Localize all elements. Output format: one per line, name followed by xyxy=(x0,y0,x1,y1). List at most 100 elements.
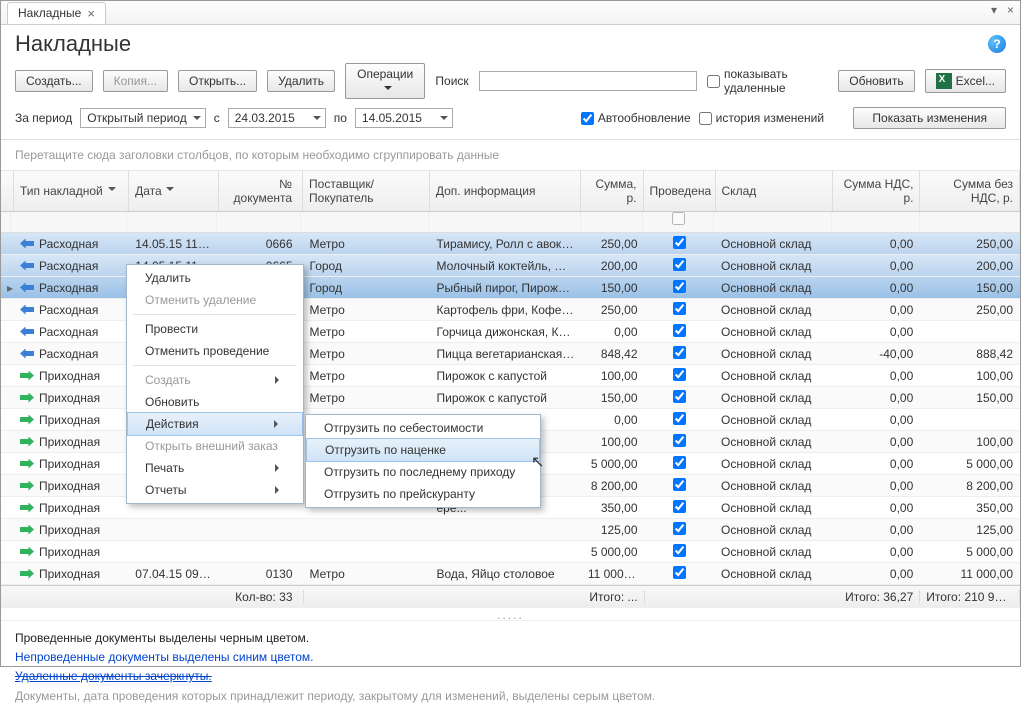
to-date[interactable]: 14.05.2015 xyxy=(355,108,453,128)
menu-item[interactable]: Удалить xyxy=(127,267,303,289)
window-pin-icon[interactable]: ▾ xyxy=(991,3,997,17)
auto-refresh-check[interactable]: Автообновление xyxy=(581,111,691,125)
cell-prov xyxy=(645,236,715,252)
menu-item[interactable]: Отменить проведение xyxy=(127,340,303,362)
legend-black: Проведенные документы выделены черным цв… xyxy=(15,629,1006,648)
cell-sklad: Основной склад xyxy=(715,545,832,559)
col-prov[interactable]: Проведена xyxy=(644,171,716,211)
arrow-out-icon xyxy=(20,305,34,315)
cell-beznds: 8 200,00 xyxy=(920,479,1020,493)
col-type[interactable]: Тип накладной xyxy=(14,171,129,211)
search-label: Поиск xyxy=(435,74,468,88)
group-hint: Перетащите сюда заголовки столбцов, по к… xyxy=(1,140,1020,171)
menu-item[interactable]: Отгрузить по наценке xyxy=(306,438,540,462)
cell-supplier: Метро xyxy=(304,303,431,317)
prov-check[interactable] xyxy=(673,302,686,315)
cell-prov xyxy=(645,324,715,340)
tab-close-icon[interactable]: × xyxy=(87,6,95,21)
menu-item[interactable]: Обновить xyxy=(127,391,303,413)
prov-check[interactable] xyxy=(673,500,686,513)
period-combo[interactable]: Открытый период xyxy=(80,108,206,128)
cell-doc: 0130 xyxy=(219,567,303,581)
cell-nds: 0,00 xyxy=(832,567,920,581)
prov-check[interactable] xyxy=(673,456,686,469)
create-button[interactable]: Создать... xyxy=(15,70,93,92)
from-date[interactable]: 24.03.2015 xyxy=(228,108,326,128)
search-input[interactable] xyxy=(479,71,697,91)
tab-active[interactable]: Накладные × xyxy=(7,2,106,24)
prov-check[interactable] xyxy=(673,544,686,557)
cell-sklad: Основной склад xyxy=(715,281,832,295)
col-date[interactable]: Дата xyxy=(129,171,219,211)
cell-info: Молочный коктейль, Мор... xyxy=(431,259,582,273)
prov-check[interactable] xyxy=(673,390,686,403)
prov-check[interactable] xyxy=(673,236,686,249)
cell-sum: 11 000,00 xyxy=(582,567,645,581)
cell-doc: 0666 xyxy=(219,237,303,251)
menu-item[interactable]: Отгрузить по последнему приходу xyxy=(306,461,540,483)
cell-sklad: Основной склад xyxy=(715,325,832,339)
history-check[interactable]: история изменений xyxy=(699,111,824,125)
prov-check[interactable] xyxy=(673,280,686,293)
copy-button[interactable]: Копия... xyxy=(103,70,168,92)
cell-nds: 0,00 xyxy=(832,435,920,449)
col-beznds[interactable]: Сумма без НДС, р. xyxy=(920,171,1020,211)
col-sklad[interactable]: Склад xyxy=(716,171,833,211)
show-deleted-label: показывать удаленные xyxy=(724,67,828,95)
filter-prov-check[interactable] xyxy=(672,212,685,225)
col-supplier[interactable]: Поставщик/Покупатель xyxy=(303,171,430,211)
prov-check[interactable] xyxy=(673,412,686,425)
cell-beznds: 5 000,00 xyxy=(920,457,1020,471)
tab-title: Накладные xyxy=(18,6,81,20)
prov-check[interactable] xyxy=(673,478,686,491)
col-doc[interactable]: № документа xyxy=(219,171,303,211)
excel-button[interactable]: Excel... xyxy=(925,69,1006,93)
show-changes-button[interactable]: Показать изменения xyxy=(853,107,1006,129)
col-nds[interactable]: Сумма НДС, р. xyxy=(833,171,921,211)
prov-check[interactable] xyxy=(673,346,686,359)
show-deleted-check[interactable]: показывать удаленные xyxy=(707,67,828,95)
window-close-icon[interactable]: × xyxy=(1007,3,1014,17)
help-icon[interactable]: ? xyxy=(988,35,1006,53)
arrow-out-icon xyxy=(20,349,34,359)
table-row[interactable]: Приходная07.04.15 09:000130МетроВода, Яй… xyxy=(1,563,1020,585)
operations-button[interactable]: Операции xyxy=(345,63,425,99)
menu-item[interactable]: Печать xyxy=(127,457,303,479)
cell-prov xyxy=(645,346,715,362)
context-menu-actions[interactable]: Отгрузить по себестоимостиОтгрузить по н… xyxy=(305,414,541,508)
delete-button[interactable]: Удалить xyxy=(267,70,335,92)
cell-type: Приходная xyxy=(14,435,129,449)
excel-label: Excel... xyxy=(956,74,995,88)
col-marker[interactable] xyxy=(1,171,14,211)
table-row[interactable]: Приходная5 000,00Основной склад0,005 000… xyxy=(1,541,1020,563)
menu-item[interactable]: Отгрузить по себестоимости xyxy=(306,417,540,439)
cell-nds: 0,00 xyxy=(832,391,920,405)
refresh-button[interactable]: Обновить xyxy=(838,70,914,92)
cell-sum: 0,00 xyxy=(582,325,645,339)
menu-item: Открыть внешний заказ xyxy=(127,435,303,457)
arrow-in-icon xyxy=(20,371,34,381)
col-sum[interactable]: Сумма, р. xyxy=(581,171,644,211)
page-title: Накладные xyxy=(15,31,131,57)
splitter[interactable]: ..... xyxy=(1,607,1020,621)
menu-item[interactable]: Действия xyxy=(127,412,303,436)
prov-check[interactable] xyxy=(673,324,686,337)
context-menu-main[interactable]: УдалитьОтменить удалениеПровестиОтменить… xyxy=(126,264,304,504)
cell-sklad: Основной склад xyxy=(715,259,832,273)
menu-item[interactable]: Отчеты xyxy=(127,479,303,501)
prov-check[interactable] xyxy=(673,434,686,447)
menu-item[interactable]: Отгрузить по прейскуранту xyxy=(306,483,540,505)
cell-beznds: 150,00 xyxy=(920,391,1020,405)
cell-type: Расходная xyxy=(14,237,129,251)
sort-down-icon xyxy=(166,187,174,195)
table-row[interactable]: Приходная125,00Основной склад0,00125,00 xyxy=(1,519,1020,541)
prov-check[interactable] xyxy=(673,566,686,579)
menu-item[interactable]: Провести xyxy=(127,318,303,340)
prov-check[interactable] xyxy=(673,522,686,535)
table-row[interactable]: Расходная14.05.15 11:410666МетроТирамису… xyxy=(1,233,1020,255)
cell-sklad: Основной склад xyxy=(715,501,832,515)
col-info[interactable]: Доп. информация xyxy=(430,171,581,211)
open-button[interactable]: Открыть... xyxy=(178,70,257,92)
prov-check[interactable] xyxy=(673,258,686,271)
prov-check[interactable] xyxy=(673,368,686,381)
